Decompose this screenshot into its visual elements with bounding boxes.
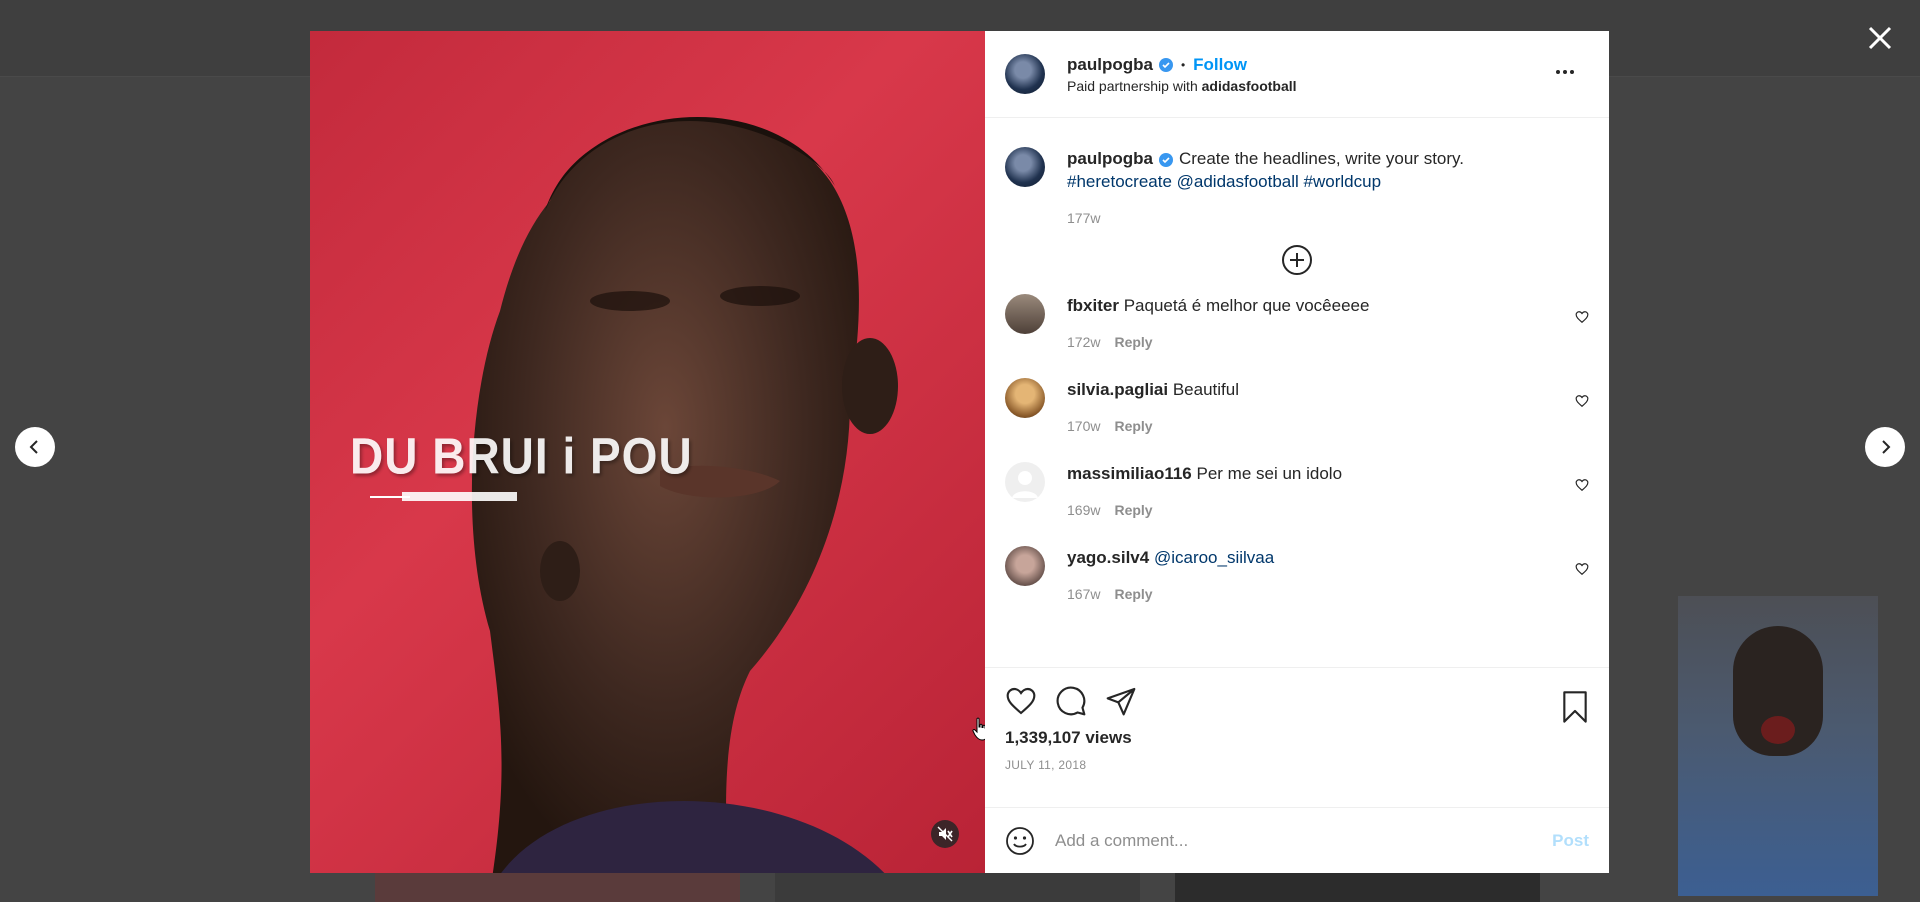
separator-dot: • [1180, 57, 1186, 72]
close-button[interactable] [1864, 22, 1896, 54]
share-icon[interactable] [1105, 685, 1137, 717]
background-grid [375, 872, 1545, 902]
post-modal: DU BRUI i POU paulpogba • Follow Paid pa… [310, 31, 1609, 873]
chevron-right-icon [1882, 440, 1891, 454]
previous-post-button[interactable] [15, 427, 55, 467]
caption-timestamp: 177w [1067, 210, 1101, 226]
commenter-avatar[interactable] [1005, 294, 1045, 334]
reply-button[interactable]: Reply [1114, 334, 1152, 350]
comment-username[interactable]: fbxiter [1067, 296, 1119, 315]
comment-time: 170w [1067, 418, 1101, 434]
caption-username[interactable]: paulpogba [1067, 149, 1153, 168]
commenter-avatar[interactable] [1005, 462, 1045, 502]
comments-section[interactable]: paulpogba Create the headlines, write you… [985, 118, 1609, 668]
comment-item: fbxiter Paquetá é melhor que vocêeeee 17… [1005, 294, 1589, 354]
view-count[interactable]: 1,339,107 views [985, 728, 1609, 748]
next-post-preview[interactable] [1678, 596, 1878, 896]
reply-button[interactable]: Reply [1114, 586, 1152, 602]
plus-circle-icon [1282, 245, 1312, 275]
heart-icon[interactable] [1005, 685, 1037, 717]
partner-link[interactable]: adidasfootball [1202, 78, 1297, 94]
action-bar [985, 678, 1609, 724]
post-header: paulpogba • Follow Paid partnership with… [985, 31, 1609, 118]
comment-time: 167w [1067, 586, 1101, 602]
comment-username[interactable]: massimiliao116 [1067, 464, 1192, 483]
preview-mouth [1761, 716, 1795, 744]
comment-mention[interactable]: @icaroo_siilvaa [1154, 548, 1274, 567]
hashtag-link[interactable]: #heretocreate [1067, 172, 1172, 191]
close-icon [1868, 26, 1892, 50]
partnership-label: Paid partnership with [1067, 77, 1198, 94]
post-video[interactable]: DU BRUI i POU [310, 31, 985, 873]
like-comment-icon[interactable] [1575, 310, 1589, 324]
comment-text: Per me sei un idolo [1196, 464, 1343, 483]
chevron-left-icon [29, 440, 38, 454]
author-username[interactable]: paulpogba [1067, 55, 1153, 75]
hand-cursor-icon [972, 717, 985, 741]
follow-button[interactable]: Follow [1193, 55, 1247, 75]
reply-button[interactable]: Reply [1114, 502, 1152, 518]
post-comment-button[interactable]: Post [1552, 831, 1589, 851]
commenter-avatar[interactable] [1005, 378, 1045, 418]
load-more-comments-button[interactable] [1005, 244, 1589, 276]
comment-icon[interactable] [1055, 685, 1087, 717]
comment-item: massimiliao116 Per me sei un idolo 169w R… [1005, 462, 1589, 522]
more-icon[interactable] [1555, 69, 1575, 75]
hashtag-link[interactable]: #worldcup [1304, 172, 1382, 191]
like-comment-icon[interactable] [1575, 562, 1589, 576]
mention-link[interactable]: @adidasfootball [1177, 172, 1299, 191]
post-date: JULY 11, 2018 [1005, 758, 1087, 772]
comment-username[interactable]: silvia.pagliai [1067, 380, 1168, 399]
like-comment-icon[interactable] [1575, 478, 1589, 492]
caption-avatar[interactable] [1005, 147, 1045, 187]
overlay-line [370, 496, 410, 498]
comment-item: yago.silv4 @icaroo_siilvaa 167w Reply [1005, 546, 1589, 606]
comment-time: 169w [1067, 502, 1101, 518]
commenter-avatar[interactable] [1005, 546, 1045, 586]
like-comment-icon[interactable] [1575, 394, 1589, 408]
post-caption: paulpogba Create the headlines, write you… [1005, 147, 1589, 193]
overlay-underline [402, 492, 517, 501]
verified-icon [1158, 57, 1173, 72]
mute-icon [937, 826, 953, 842]
default-avatar-icon [1012, 471, 1038, 498]
emoji-icon[interactable] [1005, 826, 1035, 856]
post-details-panel: paulpogba • Follow Paid partnership with… [985, 31, 1609, 873]
video-overlay-caption: DU BRUI i POU [350, 427, 693, 485]
next-post-button[interactable] [1865, 427, 1905, 467]
reply-button[interactable]: Reply [1114, 418, 1152, 434]
author-avatar[interactable] [1005, 54, 1045, 94]
bookmark-icon[interactable] [1561, 691, 1589, 723]
verified-icon [1158, 152, 1173, 167]
comment-text: Paquetá é melhor que vocêeeee [1123, 296, 1370, 315]
comment-item: silvia.pagliai Beautiful 170w Reply [1005, 378, 1589, 438]
add-comment-bar: Post [985, 807, 1609, 873]
mouse-cursor [972, 717, 985, 746]
comment-text: Beautiful [1172, 380, 1240, 399]
comment-input[interactable] [1053, 829, 1537, 852]
comment-time: 172w [1067, 334, 1101, 350]
mute-button[interactable] [931, 820, 959, 848]
comment-username[interactable]: yago.silv4 [1067, 548, 1149, 567]
caption-text: Create the headlines, write your story. [1178, 149, 1464, 168]
